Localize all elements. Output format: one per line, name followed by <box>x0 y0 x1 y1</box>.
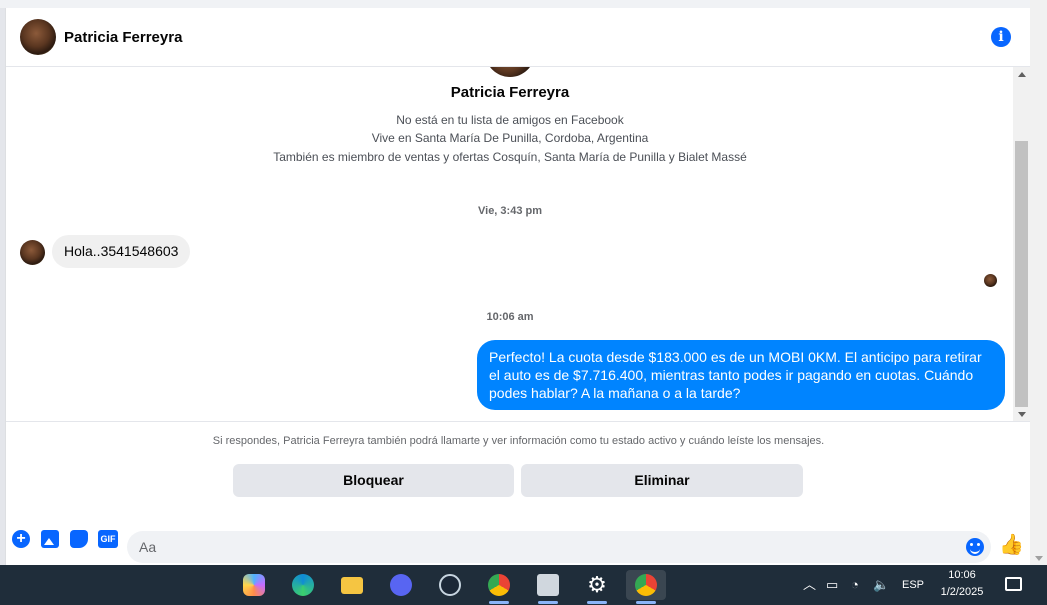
discord-icon <box>390 574 412 596</box>
clock-time[interactable]: 10:06 <box>938 569 986 581</box>
sticker-icon[interactable] <box>70 530 88 548</box>
contact-avatar[interactable] <box>20 19 56 55</box>
seen-indicator-avatar <box>984 274 997 287</box>
chrome-icon <box>488 574 510 596</box>
sender-avatar[interactable] <box>20 240 45 265</box>
profile-friend-status: No está en tu lista de amigos en Faceboo… <box>396 113 624 127</box>
message-timestamp: Vie, 3:43 pm <box>478 205 542 217</box>
emoji-icon[interactable] <box>966 538 984 556</box>
scroll-down-icon[interactable] <box>1035 556 1043 561</box>
chat-header: Patricia Ferreyra i <box>6 8 1031 67</box>
browser-top-strip <box>0 0 1047 8</box>
wifi-icon[interactable]: ◔ <box>851 577 859 593</box>
plus-icon[interactable]: + <box>12 530 30 548</box>
clock-date[interactable]: 1/2/2025 <box>934 586 990 598</box>
discord-app-button[interactable] <box>381 570 421 600</box>
message-composer[interactable] <box>127 531 991 563</box>
delete-button[interactable]: Eliminar <box>521 464 803 497</box>
notes-app-button[interactable] <box>528 570 568 604</box>
profile-avatar[interactable] <box>485 67 535 77</box>
chat-footer: Si respondes, Patricia Ferreyra también … <box>6 421 1031 565</box>
copilot-icon <box>243 574 265 596</box>
file-explorer-app-button[interactable] <box>332 570 372 600</box>
message-timestamp: 10:06 am <box>486 311 534 323</box>
chat-window: Patricia Ferreyra i Patricia Ferreyra No… <box>5 8 1031 565</box>
message-scrollbar[interactable] <box>1013 67 1030 421</box>
edge-icon <box>292 574 314 596</box>
chevron-up-icon[interactable]: ︿ <box>803 577 816 593</box>
incoming-message[interactable]: Hola..3541548603 <box>52 235 191 268</box>
message-input[interactable] <box>127 531 947 563</box>
notes-icon <box>537 574 559 596</box>
folder-icon <box>341 577 363 594</box>
gear-icon: ⚙ <box>587 572 607 597</box>
notification-icon[interactable] <box>1005 577 1022 591</box>
battery-icon[interactable]: ▭ <box>826 577 838 593</box>
scrollbar-thumb[interactable] <box>1015 141 1028 407</box>
gif-icon[interactable]: GIF <box>98 530 118 548</box>
info-icon[interactable]: i <box>991 27 1011 47</box>
chrome-icon <box>635 574 657 596</box>
scroll-down-icon[interactable] <box>1018 412 1026 417</box>
settings-app-button[interactable]: ⚙ <box>577 570 617 604</box>
chrome-app-button[interactable] <box>479 570 519 604</box>
outgoing-message[interactable]: Perfecto! La cuota desde $183.000 es de … <box>477 340 1005 410</box>
steam-app-button[interactable] <box>430 570 470 600</box>
edge-app-button[interactable] <box>283 570 323 600</box>
photo-icon[interactable] <box>41 530 59 548</box>
profile-name: Patricia Ferreyra <box>450 84 570 101</box>
steam-icon <box>439 574 461 596</box>
volume-icon[interactable]: 🔈 <box>873 577 889 593</box>
privacy-notice: Si respondes, Patricia Ferreyra también … <box>212 435 825 447</box>
block-button[interactable]: Bloquear <box>233 464 514 497</box>
copilot-app-button[interactable] <box>234 570 274 600</box>
page-scrollbar[interactable] <box>1030 0 1047 565</box>
thumbs-up-icon[interactable]: 👍 <box>999 535 1024 555</box>
chrome-profile-app-button[interactable] <box>626 570 666 604</box>
scroll-up-icon[interactable] <box>1018 72 1026 77</box>
profile-location: Vive en Santa María De Punilla, Cordoba,… <box>371 131 649 145</box>
windows-taskbar: ⚙ ︿ ▭ ◔ 🔈 ESP 10:06 1/2/2025 <box>0 565 1047 605</box>
language-indicator[interactable]: ESP <box>902 577 924 593</box>
message-list: Patricia Ferreyra No está en tu lista de… <box>6 67 1014 421</box>
profile-groups: También es miembro de ventas y ofertas C… <box>273 150 747 164</box>
contact-name[interactable]: Patricia Ferreyra <box>64 29 182 46</box>
